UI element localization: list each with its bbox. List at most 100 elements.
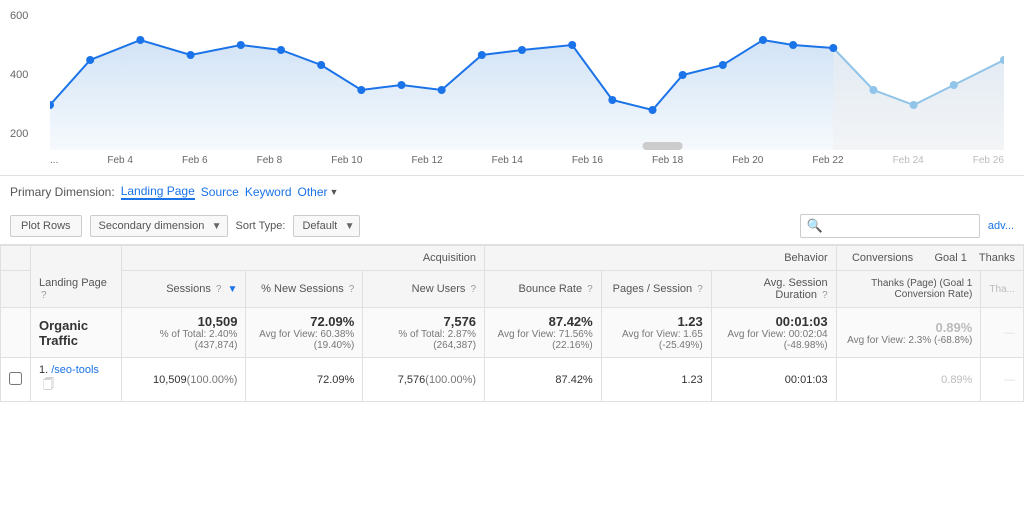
table-row: 1. /seo-tools 🗍 10,509(100.00%) 72.09% 7… bbox=[1, 358, 1024, 402]
row1-page-cell: 1. /seo-tools 🗍 bbox=[31, 358, 122, 402]
sort-type-wrap[interactable]: Default ▼ bbox=[293, 215, 360, 237]
plot-rows-button[interactable]: Plot Rows bbox=[10, 215, 82, 237]
th-group-behavior: Behavior bbox=[485, 246, 837, 271]
row1-page-link[interactable]: /seo-tools bbox=[51, 364, 99, 376]
chart-point bbox=[136, 36, 144, 44]
y-label-600: 600 bbox=[10, 10, 28, 22]
organic-sessions-sub: % of Total: 2.40% (437,874) bbox=[130, 329, 237, 351]
organic-bounce-rate-value: 87.42% bbox=[549, 314, 593, 329]
row1-pct-new-sessions-cell: 72.09% bbox=[246, 358, 363, 402]
organic-avg-session-duration-value: 00:01:03 bbox=[776, 314, 828, 329]
chart-point bbox=[438, 86, 446, 94]
copy-icon[interactable]: 🗍 bbox=[43, 379, 54, 391]
th-pages-session: Pages / Session ? bbox=[601, 271, 711, 308]
row1-pages-session-cell: 1.23 bbox=[601, 358, 711, 402]
x-label-feb14: Feb 14 bbox=[492, 155, 523, 166]
help-icon-bounce-rate[interactable]: ? bbox=[587, 284, 593, 295]
x-label-feb18: Feb 18 bbox=[652, 155, 683, 166]
row1-new-users-cell: 7,576(100.00%) bbox=[363, 358, 485, 402]
dim-link-landing-page[interactable]: Landing Page bbox=[121, 184, 195, 200]
organic-sessions-cell: 10,509 % of Total: 2.40% (437,874) bbox=[122, 308, 246, 358]
chart-x-axis: ... Feb 4 Feb 6 Feb 8 Feb 10 Feb 12 Feb … bbox=[50, 153, 1004, 166]
sort-type-select[interactable]: Default bbox=[293, 215, 360, 237]
dim-link-other[interactable]: Other ▼ bbox=[298, 185, 339, 199]
row1-pct-new-sessions-value: 72.09% bbox=[317, 374, 354, 386]
row1-thanks-goal1-value: 0.89% bbox=[941, 374, 972, 386]
x-label-feb10: Feb 10 bbox=[331, 155, 362, 166]
chart-point bbox=[649, 106, 657, 114]
sort-icon-sessions[interactable]: ▼ bbox=[228, 284, 238, 295]
th-checkbox bbox=[1, 246, 31, 271]
row1-pages-session-value: 1.23 bbox=[681, 374, 702, 386]
chart-container: 600 400 200 bbox=[0, 0, 1024, 175]
row1-avg-session-duration-value: 00:01:03 bbox=[785, 374, 828, 386]
primary-dimension-bar: Primary Dimension: Landing Page Source K… bbox=[0, 175, 1024, 208]
help-icon-sessions[interactable]: ? bbox=[216, 284, 222, 295]
x-label-feb26: Feb 26 bbox=[973, 155, 1004, 166]
row1-new-users-value: 7,576 bbox=[398, 374, 426, 386]
dim-link-keyword[interactable]: Keyword bbox=[245, 185, 292, 199]
organic-new-users-sub: % of Total: 2.87% (264,387) bbox=[371, 329, 476, 351]
row1-checkbox-cell[interactable] bbox=[1, 358, 31, 402]
search-input[interactable] bbox=[827, 220, 973, 232]
chart-point bbox=[317, 61, 325, 69]
th-bounce-rate: Bounce Rate ? bbox=[485, 271, 602, 308]
help-icon-landing-page[interactable]: ? bbox=[41, 290, 47, 301]
organic-traffic-row: Organic Traffic 10,509 % of Total: 2.40%… bbox=[1, 308, 1024, 358]
organic-thanks-goal1-sub: Avg for View: 2.3% (-68.8%) bbox=[845, 335, 973, 346]
chart-point bbox=[679, 71, 687, 79]
organic-pages-session-value: 1.23 bbox=[677, 314, 702, 329]
organic-thanks-cell: — bbox=[981, 308, 1024, 358]
search-box[interactable]: 🔍 bbox=[800, 214, 980, 238]
organic-sessions-value: 10,509 bbox=[198, 314, 238, 329]
chart-point bbox=[187, 51, 195, 59]
chart-dim-overlay bbox=[833, 48, 1004, 150]
x-label-feb16: Feb 16 bbox=[572, 155, 603, 166]
th-landing-page: Landing Page ? bbox=[31, 246, 122, 308]
organic-pct-new-sessions-cell: 72.09% Avg for View: 60.38% (19.40%) bbox=[246, 308, 363, 358]
row1-sessions-value: 10,509 bbox=[153, 374, 187, 386]
row1-bounce-rate-cell: 87.42% bbox=[485, 358, 602, 402]
th-group-acquisition: Acquisition bbox=[122, 246, 485, 271]
x-label-feb6: Feb 6 bbox=[182, 155, 208, 166]
toolbar: Plot Rows Secondary dimension ▼ Sort Typ… bbox=[0, 208, 1024, 245]
th-thanks-goal1: Thanks (Page) (Goal 1 Conversion Rate) bbox=[836, 271, 981, 308]
x-label-dots: ... bbox=[50, 155, 58, 166]
primary-dimension-label: Primary Dimension: bbox=[10, 185, 115, 199]
chart-scroll-indicator[interactable] bbox=[642, 142, 682, 150]
dim-link-source[interactable]: Source bbox=[201, 185, 239, 199]
organic-bounce-rate-cell: 87.42% Avg for View: 71.56% (22.16%) bbox=[485, 308, 602, 358]
row1-thanks-cell: — bbox=[981, 358, 1024, 402]
chart-point bbox=[86, 56, 94, 64]
organic-pages-session-sub: Avg for View: 1.65 (-25.49%) bbox=[610, 329, 703, 351]
row1-bounce-rate-value: 87.42% bbox=[555, 374, 592, 386]
organic-traffic-label: Organic Traffic bbox=[39, 318, 88, 348]
organic-checkbox-cell bbox=[1, 308, 31, 358]
x-label-feb24: Feb 24 bbox=[893, 155, 924, 166]
chart-y-axis: 600 400 200 bbox=[10, 10, 28, 140]
chart-point bbox=[829, 44, 837, 52]
help-icon-new-users[interactable]: ? bbox=[470, 284, 476, 295]
chart-point bbox=[719, 61, 727, 69]
help-icon-avg-session-duration[interactable]: ? bbox=[822, 290, 828, 301]
organic-pct-new-sessions-sub: Avg for View: 60.38% (19.40%) bbox=[254, 329, 354, 351]
organic-pages-session-cell: 1.23 Avg for View: 1.65 (-25.49%) bbox=[601, 308, 711, 358]
chart-point bbox=[237, 41, 245, 49]
row1-checkbox[interactable] bbox=[9, 372, 22, 385]
chart-point bbox=[277, 46, 285, 54]
secondary-dimension-wrap[interactable]: Secondary dimension ▼ bbox=[90, 215, 228, 237]
organic-new-users-value: 7,576 bbox=[444, 314, 477, 329]
organic-pct-new-sessions-value: 72.09% bbox=[310, 314, 354, 329]
secondary-dimension-select[interactable]: Secondary dimension bbox=[90, 215, 228, 237]
help-icon-pct-new-sessions[interactable]: ? bbox=[349, 284, 355, 295]
help-icon-pages-session[interactable]: ? bbox=[697, 284, 703, 295]
x-label-feb4: Feb 4 bbox=[107, 155, 133, 166]
row1-sessions-cell: 10,509(100.00%) bbox=[122, 358, 246, 402]
row1-thanks-goal1-cell: 0.89% bbox=[836, 358, 981, 402]
chart-point bbox=[568, 41, 576, 49]
y-label-200: 200 bbox=[10, 128, 28, 140]
advanced-link[interactable]: adv... bbox=[988, 220, 1014, 232]
y-label-400: 400 bbox=[10, 69, 28, 81]
th-group-conversions: Conversions Goal 1 Thanks bbox=[836, 246, 1023, 271]
x-label-feb8: Feb 8 bbox=[257, 155, 283, 166]
